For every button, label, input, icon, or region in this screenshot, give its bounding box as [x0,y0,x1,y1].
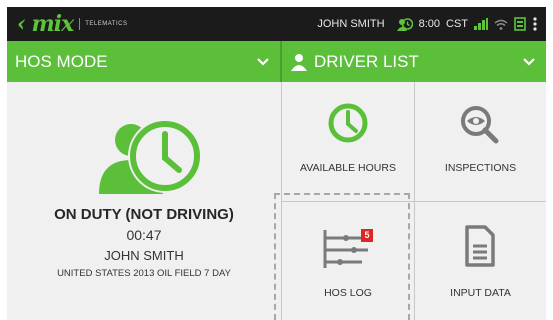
eye-search-icon [459,104,501,149]
battery-icon [514,17,526,31]
more-icon[interactable] [532,17,538,31]
clock-icon [327,102,369,149]
hos-mode-dropdown[interactable]: HOS MODE [7,41,280,82]
duty-driver-name: JOHN SMITH [104,248,184,263]
driver-clock-icon [396,17,413,31]
duty-elapsed-time: 00:47 [126,227,162,243]
logo-mark: ‹ mix [17,11,74,37]
person-icon [290,53,308,71]
status-bar: ‹ mix TELEMATICS JOHN SMITH 8:00 CST [7,7,546,41]
hos-log-tile[interactable]: 5 HOS LOG [282,202,414,320]
chevron-down-icon [522,54,536,74]
logo-subtitle: TELEMATICS [85,21,128,27]
status-timezone: CST [446,18,468,30]
wifi-icon [494,19,508,30]
hos-log-label: HOS LOG [324,287,372,299]
input-data-label: INPUT DATA [450,287,511,299]
mix-logo: ‹ mix TELEMATICS [17,11,127,37]
duty-status-panel[interactable]: ON DUTY (NOT DRIVING) 00:47 JOHN SMITH U… [7,82,281,320]
duty-ruleset: UNITED STATES 2013 OIL FIELD 7 DAY [57,268,231,279]
duty-status-title: ON DUTY (NOT DRIVING) [54,206,234,223]
input-data-tile[interactable]: INPUT DATA [415,202,546,320]
hos-mode-title: HOS MODE [15,51,108,71]
signal-icon [474,18,488,30]
status-time: 8:00 [418,18,440,30]
hos-log-badge: 5 [361,229,373,242]
status-user: JOHN SMITH [317,18,385,30]
available-hours-tile[interactable]: AVAILABLE HOURS [282,82,414,201]
logo-divider [79,18,81,30]
chevron-down-icon [256,54,270,74]
driver-list-title: DRIVER LIST [314,51,419,71]
status-right: JOHN SMITH 8:00 CST [317,7,538,41]
inspections-tile[interactable]: INSPECTIONS [415,82,546,201]
inspections-label: INSPECTIONS [444,162,517,174]
driver-list-dropdown[interactable]: DRIVER LIST [282,41,546,82]
driver-clock-icon [95,114,205,201]
document-icon [464,224,496,273]
available-hours-label: AVAILABLE HOURS [300,162,396,174]
